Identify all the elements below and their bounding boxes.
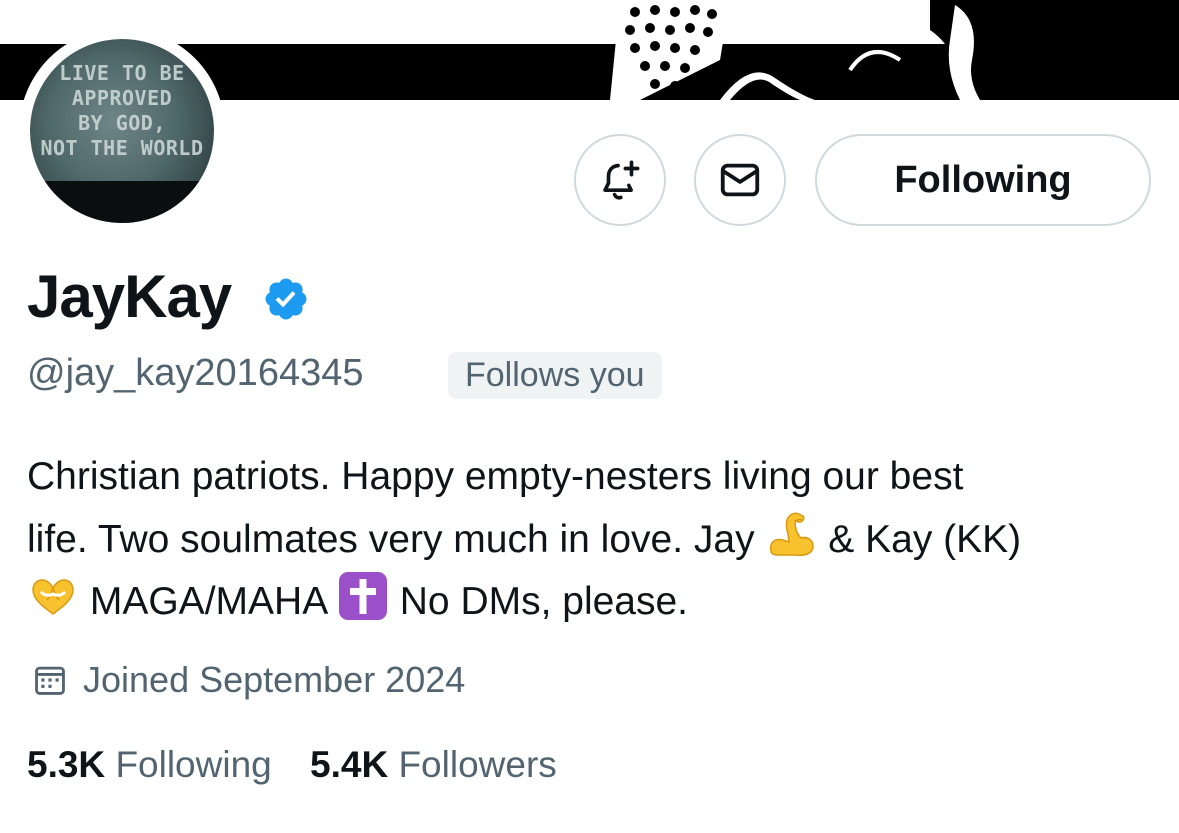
follow-stats: 5.3K Following 5.4K Followers <box>27 740 585 790</box>
followers-count-link[interactable]: 5.4K Followers <box>310 740 557 790</box>
joined-text: Joined September 2024 <box>83 659 466 700</box>
display-name: JayKay <box>27 263 232 330</box>
flexed-biceps-emoji <box>770 512 815 556</box>
following-count-link[interactable]: 5.3K Following <box>27 740 272 790</box>
notify-button[interactable] <box>574 134 666 226</box>
bio-text: Christian patriots. Happy empty-nesters … <box>27 455 964 498</box>
following-label: Following <box>115 744 272 785</box>
message-button[interactable] <box>694 134 786 226</box>
avatar-text-line: APPROVED <box>71 86 173 110</box>
avatar-caption: LIVE TO BE APPROVED BY GOD, NOT THE WORL… <box>30 61 214 161</box>
bio-line: life. Two soulmates very much in love. J… <box>27 508 1167 570</box>
followers-label: Followers <box>398 744 557 785</box>
verified-badge-icon[interactable] <box>262 275 310 323</box>
banner-artwork <box>600 0 1020 100</box>
avatar-text-line: NOT THE WORLD <box>40 136 204 160</box>
latin-cross-emoji <box>338 572 387 620</box>
followers-count: 5.4K <box>310 744 389 785</box>
heart-hands-emoji <box>32 579 74 615</box>
avatar-shadow <box>30 181 214 223</box>
bio-text: & Kay (KK) <box>828 518 1022 561</box>
avatar-text-line: LIVE TO BE <box>59 61 185 85</box>
username-handle: @jay_kay20164345 <box>27 352 364 394</box>
bio: Christian patriots. Happy empty-nesters … <box>27 446 1167 632</box>
avatar[interactable]: LIVE TO BE APPROVED BY GOD, NOT THE WORL… <box>19 28 225 234</box>
bio-line: MAGA/MAHA No DMs, please. <box>27 570 1167 632</box>
avatar-text-line: BY GOD, <box>78 111 166 135</box>
following-count: 5.3K <box>27 744 106 785</box>
joined-date: Joined September 2024 <box>31 656 465 704</box>
envelope-icon <box>720 163 760 197</box>
bell-plus-icon <box>603 160 640 200</box>
follows-you-badge: Follows you <box>448 352 662 399</box>
bio-line: Christian patriots. Happy empty-nesters … <box>27 446 1167 508</box>
bio-text: MAGA/MAHA <box>89 580 327 623</box>
bio-text: No DMs, please. <box>399 580 689 623</box>
following-button[interactable]: Following <box>815 134 1151 226</box>
avatar-image: LIVE TO BE APPROVED BY GOD, NOT THE WORL… <box>30 39 214 223</box>
bio-text: life. Two soulmates very much in love. J… <box>27 518 755 561</box>
calendar-icon <box>35 666 65 695</box>
